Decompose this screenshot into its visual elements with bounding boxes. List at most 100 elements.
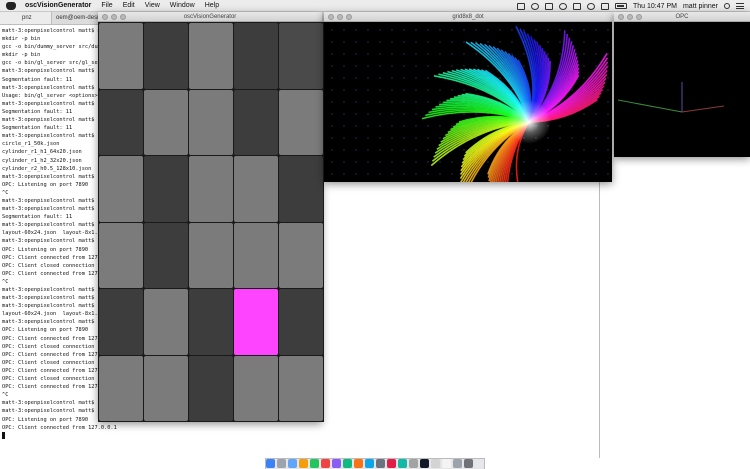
dock-app-icon[interactable] (321, 459, 330, 468)
pixel-cell[interactable] (99, 89, 143, 155)
grid-dot (403, 161, 405, 163)
pixel-cell[interactable] (144, 289, 188, 355)
grid-dot (427, 161, 429, 163)
pixel-cell[interactable] (144, 89, 188, 155)
pixel-cell[interactable] (189, 222, 233, 288)
dock-app-icon[interactable] (277, 459, 286, 468)
menu-edit[interactable]: Edit (123, 2, 135, 9)
time-machine-icon[interactable] (559, 2, 567, 10)
grid-dot (463, 113, 465, 115)
menu-window[interactable]: Window (170, 2, 195, 9)
grid-dot (343, 29, 345, 31)
pixel-cell[interactable] (144, 222, 188, 288)
grid-dot (379, 77, 381, 79)
apple-icon[interactable] (6, 1, 16, 10)
grid-dot (331, 29, 333, 31)
grid-dot (379, 29, 381, 31)
dock-app-icon[interactable] (354, 459, 363, 468)
pixel-cell[interactable] (189, 23, 233, 89)
notification-center-icon[interactable] (736, 3, 744, 9)
spotlight-search-icon[interactable] (724, 3, 730, 9)
pixel-cell[interactable] (279, 89, 323, 155)
pixel-cell[interactable] (144, 156, 188, 222)
pixel-cell[interactable] (189, 156, 233, 222)
dock-app-icon[interactable] (288, 459, 297, 468)
menu-app-name[interactable]: oscVisionGenerator (25, 2, 91, 9)
menu-help[interactable]: Help (205, 2, 219, 9)
dock-app-icon[interactable] (365, 459, 374, 468)
dock-app-icon[interactable] (442, 459, 451, 468)
menu-view[interactable]: View (145, 2, 160, 9)
dropbox-icon[interactable] (517, 2, 525, 10)
pixel-cell[interactable] (144, 23, 188, 89)
dock-app-icon[interactable] (398, 459, 407, 468)
opc-titlebar[interactable]: OPC (614, 12, 750, 22)
pixel-cell[interactable] (99, 156, 143, 222)
dock-app-icon[interactable] (431, 459, 440, 468)
pixel-cell[interactable] (279, 156, 323, 222)
dock-app-icon[interactable] (310, 459, 319, 468)
pixel-cell[interactable] (234, 89, 278, 155)
grid-dot (595, 149, 597, 151)
pixel-cell[interactable] (189, 289, 233, 355)
grid-dot (583, 53, 585, 55)
menu-clock[interactable]: Thu 10:47 PM (633, 3, 677, 10)
dock-app-icon[interactable] (475, 459, 484, 468)
pixel-cell[interactable] (279, 355, 323, 421)
pixel-cell[interactable] (279, 289, 323, 355)
pixel-cell[interactable] (99, 222, 143, 288)
minimize-button[interactable] (111, 14, 117, 20)
pixel-cell[interactable] (144, 355, 188, 421)
pixel-cell[interactable] (234, 23, 278, 89)
pixel-cell[interactable] (234, 355, 278, 421)
dock-app-icon[interactable] (420, 459, 429, 468)
wifi-icon[interactable] (587, 2, 595, 10)
zoom-button[interactable] (120, 14, 126, 20)
spectrum-burst-image (324, 22, 612, 182)
battery-icon[interactable] (615, 3, 627, 9)
dock-app-icon[interactable] (343, 459, 352, 468)
display-icon[interactable] (545, 2, 553, 10)
gridtest-titlebar[interactable]: grid8x8_dot (324, 12, 612, 22)
generator-titlebar[interactable]: oscVisionGenerator (98, 12, 322, 22)
grid-dot (523, 173, 525, 175)
pixel-cell[interactable] (234, 222, 278, 288)
dock-app-icon[interactable] (332, 459, 341, 468)
menu-user[interactable]: matt pinner (683, 3, 718, 10)
dock-app-icon[interactable] (387, 459, 396, 468)
grid-dot (463, 53, 465, 55)
grid-dot (343, 41, 345, 43)
grid-dot (511, 53, 513, 55)
zoom-button[interactable] (346, 14, 352, 20)
sync-icon[interactable] (531, 2, 539, 10)
dock-app-icon[interactable] (299, 459, 308, 468)
pixel-cell[interactable] (279, 23, 323, 89)
pixel-cell[interactable] (99, 23, 143, 89)
grid-dot (547, 53, 549, 55)
grid-dot (535, 149, 537, 151)
pixel-cell[interactable] (234, 289, 278, 355)
pixel-cell[interactable] (189, 89, 233, 155)
dock-app-icon[interactable] (464, 459, 473, 468)
volume-icon[interactable] (601, 2, 609, 10)
menu-file[interactable]: File (101, 2, 112, 9)
minimize-button[interactable] (337, 14, 343, 20)
pixel-cell[interactable] (279, 222, 323, 288)
dock-app-icon[interactable] (376, 459, 385, 468)
bluetooth-icon[interactable] (573, 2, 581, 10)
grid-dot (379, 41, 381, 43)
close-button[interactable] (102, 14, 108, 20)
terminal-tab-pnz[interactable]: pnz (0, 12, 52, 24)
minimize-button[interactable] (627, 14, 633, 20)
pixel-cell[interactable] (189, 355, 233, 421)
pixel-cell[interactable] (99, 355, 143, 421)
dock-app-icon[interactable] (266, 459, 275, 468)
dock-app-icon[interactable] (409, 459, 418, 468)
close-button[interactable] (328, 14, 334, 20)
dock-app-icon[interactable] (453, 459, 462, 468)
zoom-button[interactable] (636, 14, 642, 20)
grid-dot (439, 41, 441, 43)
pixel-cell[interactable] (99, 289, 143, 355)
pixel-cell[interactable] (234, 156, 278, 222)
close-button[interactable] (618, 14, 624, 20)
